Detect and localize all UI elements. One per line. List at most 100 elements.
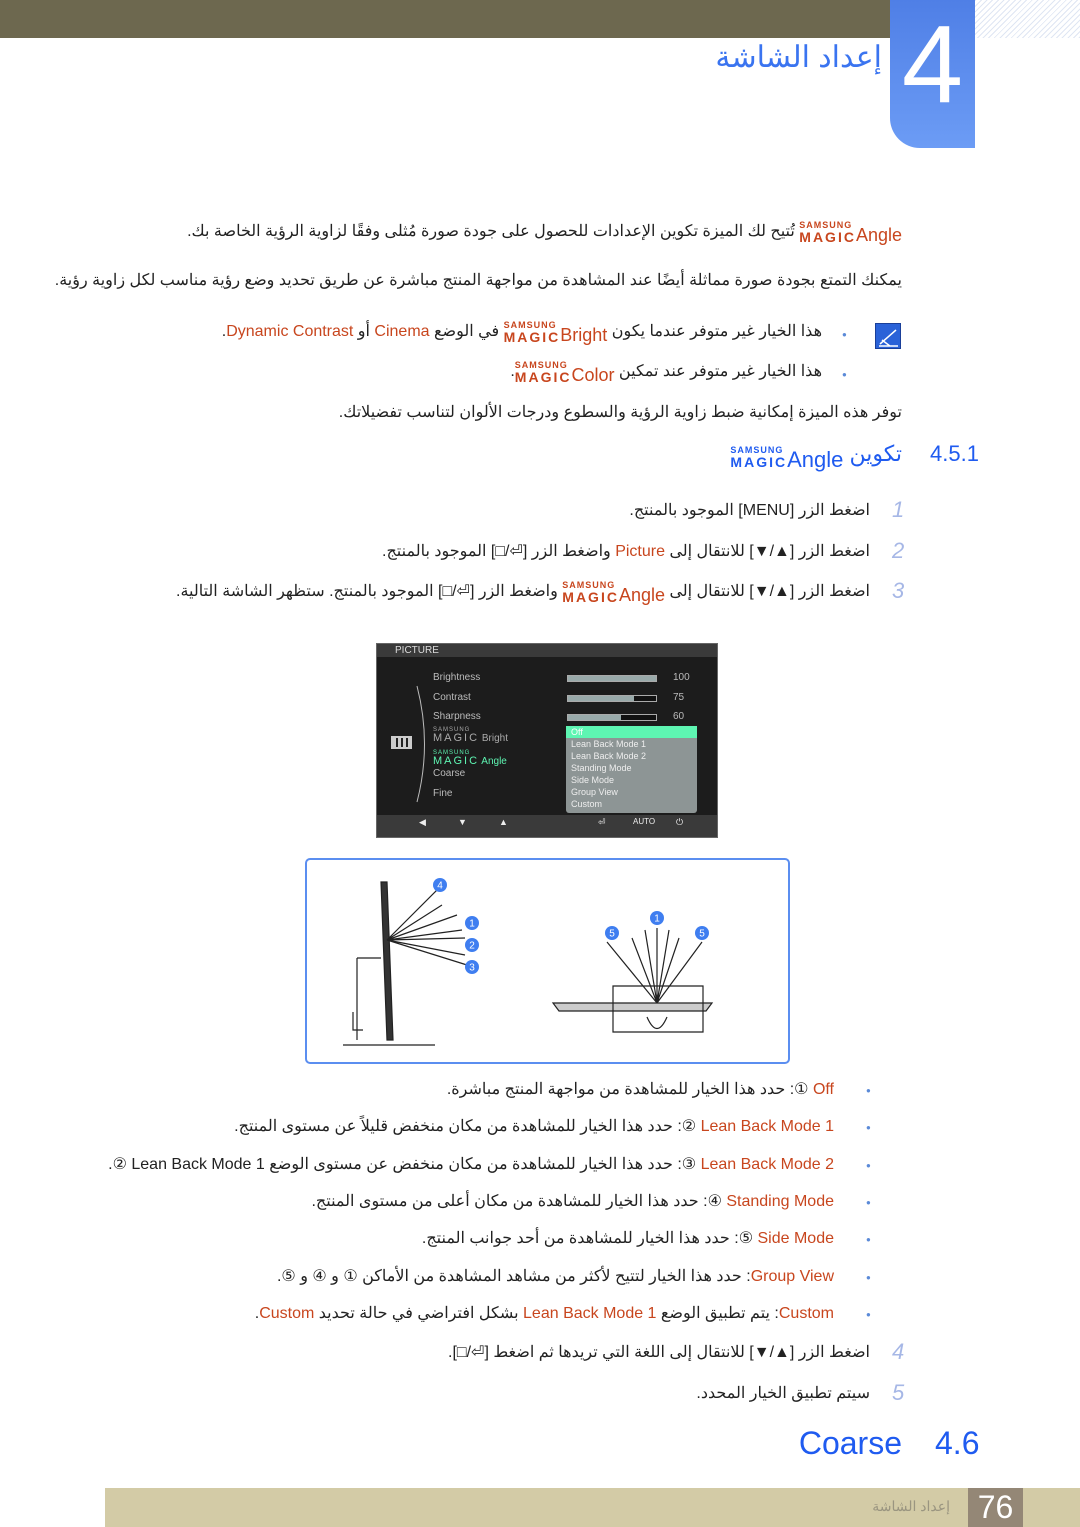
note-item: هذا الخيار غير متوفر عند تمكين SAMSUNG MA… bbox=[510, 360, 822, 385]
osd-title: PICTURE bbox=[377, 644, 717, 657]
note-icon bbox=[875, 323, 901, 349]
text-run: هذا الخيار غير متوفر عند تمكين bbox=[614, 363, 822, 380]
bullet: ● bbox=[866, 1123, 871, 1133]
osd-option: Lean Back Mode 1 bbox=[571, 739, 647, 749]
bullet: ● bbox=[866, 1309, 871, 1319]
osd-menu-screenshot: PICTURE Brightness 100 Contrast 75 Sharpness… bbox=[376, 643, 718, 838]
osd-option: Lean Back Mode 2 bbox=[571, 751, 647, 761]
highlight-term: Custom bbox=[778, 1304, 834, 1322]
text-run: اضغط الزر [▲/▼] للانتقال إلى اللغة التي … bbox=[448, 1344, 870, 1361]
chapter-number: 4 bbox=[890, 0, 975, 148]
step-item: سيتم تطبيق الخيار المحدد. bbox=[696, 1382, 870, 1406]
highlight-term: Lean Back Mode 1 bbox=[700, 1118, 834, 1136]
osd-option: Off bbox=[566, 726, 697, 738]
text-run: اضغط الزر [▲/▼] للانتقال إلى bbox=[665, 583, 870, 600]
highlight-term: Cinema bbox=[374, 323, 430, 340]
osd-item-label: Contrast bbox=[433, 691, 471, 703]
bullet: ● bbox=[866, 1160, 871, 1170]
up-button-icon: ▲ bbox=[499, 817, 508, 827]
text-run: ①: حدد هذا الخيار للمشاهدة من مواجهة الم… bbox=[446, 1081, 813, 1098]
highlight-term: Dynamic Contrast bbox=[226, 323, 354, 340]
text-run: اضغط الزر [MENU] الموجود بالمنتج. bbox=[629, 502, 870, 519]
highlight-term: Group View bbox=[750, 1267, 834, 1285]
diagram-marker-label: 1 bbox=[469, 919, 475, 930]
osd-coarse: Coarse bbox=[433, 768, 466, 779]
step-item: اضغط الزر [▲/▼] للانتقال إلى SAMSUNG MAGI… bbox=[176, 580, 870, 605]
option-description: Group View: حدد هذا الخيار لتتيح لأكثر م… bbox=[277, 1265, 834, 1289]
text-run: سيتم تطبيق الخيار المحدد. bbox=[696, 1385, 870, 1402]
diagram-marker-label: 3 bbox=[469, 963, 475, 974]
diagram-marker-label: 5 bbox=[609, 929, 615, 940]
osd-magic-bright: SAMSUNG MAGIC Bright bbox=[433, 727, 508, 744]
intro-paragraph-2: يمكنك التمتع بجودة صورة مماثلة أيضًا عند… bbox=[55, 269, 902, 293]
text-run: توفر هذه الميزة إمكانية ضبط زاوية الرؤية… bbox=[338, 404, 902, 421]
option-description: Lean Back Mode 2 ③: حدد هذا الخيار للمشا… bbox=[108, 1153, 834, 1177]
highlight-term: Off bbox=[812, 1081, 834, 1098]
osd-option: Standing Mode bbox=[571, 763, 632, 773]
text-run: تُتيح لك الميزة تكوين الإعدادات للحصول ع… bbox=[187, 223, 800, 240]
step-item: اضغط الزر [▲/▼] للانتقال إلى اللغة التي … bbox=[448, 1341, 870, 1365]
osd-item-bar bbox=[567, 714, 657, 721]
highlight-term: Lean Back Mode 2 bbox=[700, 1155, 834, 1173]
chapter-title: إعداد الشاشة bbox=[715, 41, 882, 74]
bullet: ● bbox=[842, 330, 847, 339]
magic-logo: SAMSUNG MAGIC Angle bbox=[799, 220, 902, 245]
highlight-term: Standing Mode bbox=[726, 1192, 834, 1210]
section-title: تكوين SAMSUNG MAGIC Angle bbox=[730, 441, 902, 472]
diagram-marker-label: 5 bbox=[699, 929, 705, 940]
section-number: 4.5.1 bbox=[930, 441, 979, 466]
osd-item-value: 60 bbox=[673, 711, 685, 722]
osd-angle-dropdown: Off Lean Back Mode 1 Lean Back Mode 2 Stand… bbox=[566, 726, 697, 813]
highlight-term: Side Mode bbox=[757, 1230, 835, 1248]
bullet: ● bbox=[866, 1086, 871, 1095]
enter-button-icon: ⏎ bbox=[598, 817, 606, 827]
osd-item-label: Sharpness bbox=[433, 711, 481, 722]
bullet: ● bbox=[866, 1235, 871, 1245]
diagram-marker-label: 1 bbox=[654, 914, 660, 925]
text-run: ②: حدد هذا الخيار للمشاهدة من مكان منخفض… bbox=[234, 1118, 701, 1136]
osd-item-bar bbox=[567, 694, 657, 702]
option-description: Off ①: حدد هذا الخيار للمشاهدة من مواجهة… bbox=[447, 1078, 834, 1102]
magic-logo: SAMSUNG MAGIC Bright bbox=[503, 320, 608, 345]
highlight-term: Lean Back Mode 1 bbox=[523, 1304, 657, 1322]
text-run: : يتم تطبيق الوضع bbox=[656, 1304, 779, 1322]
left-button-icon: ◀ bbox=[419, 817, 426, 827]
option-description: Side Mode ⑤: حدد هذا الخيار للمشاهدة من … bbox=[422, 1227, 834, 1251]
auto-label: AUTO bbox=[633, 817, 656, 826]
osd-fine: Fine bbox=[433, 788, 453, 799]
text-run: ④: حدد هذا الخيار للمشاهدة من مكان أعلى … bbox=[311, 1192, 727, 1210]
osd-option: Group View bbox=[571, 787, 618, 797]
osd-magic-angle: SAMSUNG MAGIC Angle bbox=[433, 750, 507, 767]
step-number: 4 bbox=[892, 1339, 905, 1364]
text-run: يمكنك التمتع بجودة صورة مماثلة أيضًا عند… bbox=[54, 272, 902, 289]
osd-item-value: 100 bbox=[673, 672, 690, 683]
option-description: Standing Mode ④: حدد هذا الخيار للمشاهدة… bbox=[311, 1190, 834, 1214]
magic-angle-logo: SAMSUNG MAGIC Angle bbox=[730, 445, 844, 472]
text-run: هذا الخيار غير متوفر عندما يكون bbox=[607, 323, 822, 340]
option-description: Custom: يتم تطبيق الوضع Lean Back Mode 1… bbox=[255, 1302, 834, 1326]
intro-paragraph: SAMSUNG MAGIC Angle تُتيح لك الميزة تكوين … bbox=[187, 220, 902, 245]
section-title-prefix: تكوين bbox=[843, 441, 902, 466]
power-button-icon: ⏻ bbox=[676, 817, 684, 827]
step-item: اضغط الزر [▲/▼] للانتقال إلى Picture واض… bbox=[382, 540, 870, 564]
osd-item-label: Brightness bbox=[433, 672, 481, 683]
text-run: أو bbox=[353, 323, 375, 340]
osd-item-value: 75 bbox=[673, 691, 685, 703]
text-run: اضغط الزر [▲/▼] للانتقال إلى bbox=[665, 543, 870, 560]
osd-option: Side Mode bbox=[571, 775, 615, 785]
step-number: 1 bbox=[892, 497, 905, 522]
text-run: ⑤: حدد هذا الخيار للمشاهدة من أحد جوانب … bbox=[421, 1230, 758, 1248]
bullet: ● bbox=[842, 370, 847, 379]
bullet: ● bbox=[866, 1197, 871, 1207]
text-run: : حدد هذا الخيار لتتيح لأكثر من مشاهد ال… bbox=[276, 1267, 751, 1285]
note-item: هذا الخيار غير متوفر عندما يكون SAMSUNG M… bbox=[222, 320, 822, 345]
osd-arc bbox=[416, 685, 425, 803]
step-number: 2 bbox=[892, 538, 905, 563]
highlight-term: Custom bbox=[259, 1304, 315, 1322]
magic-logo: SAMSUNG MAGIC Color bbox=[514, 360, 615, 385]
osd-picture-icon bbox=[391, 736, 412, 749]
page-number: 76 bbox=[968, 1488, 1023, 1527]
next-section-number: 4.6 bbox=[935, 1425, 980, 1461]
viewing-angle-diagram: 4 1 2 3 5 1 5 bbox=[305, 858, 790, 1064]
header-pattern bbox=[975, 0, 1080, 38]
